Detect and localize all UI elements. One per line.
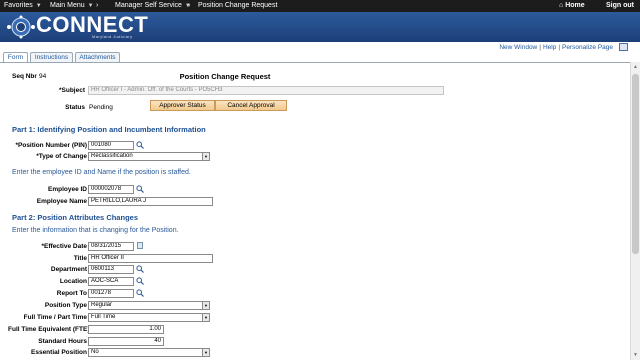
seq-nbr-value: 94: [39, 73, 47, 80]
status-label: Status: [65, 104, 85, 111]
approver-status-button[interactable]: Approver Status: [150, 100, 215, 111]
breadcrumb-separator-icon: ›: [188, 2, 191, 9]
manager-self-service-label: Manager Self Service: [115, 2, 182, 9]
position-type-select[interactable]: Regular ▼: [88, 301, 210, 310]
fte-input[interactable]: 1.00: [88, 325, 164, 334]
magnifier-icon[interactable]: [136, 265, 144, 273]
breadcrumb-current-page: Position Change Request: [198, 2, 278, 9]
essential-position-value: No: [91, 349, 99, 355]
sign-out-link[interactable]: Sign out: [606, 2, 634, 9]
part2-instruction: Enter the information that is changing f…: [12, 227, 179, 234]
department-input[interactable]: 0600113: [88, 265, 134, 274]
chevron-down-icon[interactable]: ▼: [202, 302, 209, 309]
standard-hours-input[interactable]: 40: [88, 337, 164, 346]
page-title: Position Change Request: [179, 72, 271, 81]
employee-id-label: Employee ID: [47, 186, 87, 193]
type-of-change-select[interactable]: Reclassification ▼: [88, 152, 210, 161]
position-number-label: *Position Number (PIN): [15, 142, 87, 149]
effective-date-label: *Effective Date: [41, 243, 87, 250]
new-window-link[interactable]: New Window: [499, 44, 537, 51]
magnifier-icon[interactable]: [136, 289, 144, 297]
position-type-value: Regular: [91, 302, 113, 308]
essential-position-label: Essential Position: [31, 349, 87, 356]
part1-heading: Part 1: Identifying Position and Incumbe…: [12, 125, 206, 134]
full-part-time-select[interactable]: Full Time ▼: [88, 313, 210, 322]
home-link[interactable]: ⌂ Home: [559, 2, 585, 9]
tab-attachments[interactable]: Attachments: [75, 52, 120, 62]
employee-id-input[interactable]: 000002078: [88, 185, 134, 194]
favorites-menu[interactable]: Favorites ▼: [4, 2, 42, 9]
full-part-time-value: Full Time: [91, 314, 116, 320]
subject-field[interactable]: HR Officer I - Admin. Off. of the Courts…: [88, 86, 444, 95]
chevron-down-icon[interactable]: ▼: [202, 314, 209, 321]
home-label: Home: [565, 2, 585, 9]
chevron-down-icon[interactable]: ▼: [202, 349, 209, 356]
standard-hours-label: Standard Hours: [38, 338, 87, 345]
cancel-approval-button[interactable]: Cancel Approval: [215, 100, 287, 111]
page-links: New Window | Help | Personalize Page: [499, 44, 613, 51]
personalize-page-link[interactable]: Personalize Page: [562, 44, 613, 51]
title-label: Title: [73, 255, 87, 262]
help-link[interactable]: Help: [543, 44, 556, 51]
connect-logo-icon: [7, 15, 35, 39]
part1-instruction: Enter the employee ID and Name if the po…: [12, 169, 191, 176]
scroll-down-icon[interactable]: ▼: [633, 352, 638, 358]
report-to-input[interactable]: 001278: [88, 289, 134, 298]
location-input[interactable]: AOC-SCA: [88, 277, 134, 286]
main-menu-label: Main Menu: [50, 2, 85, 9]
location-label: Location: [59, 278, 87, 285]
report-to-label: Report To: [56, 290, 87, 297]
main-menu[interactable]: Main Menu ▼: [50, 2, 94, 9]
effective-date-input[interactable]: 08/31/2015: [88, 242, 134, 251]
fte-label: Full Time Equivalent (FTE): [8, 326, 90, 333]
seq-nbr-label: Seq Nbr: [12, 73, 37, 80]
manager-self-service-menu[interactable]: Manager Self Service ▼: [115, 2, 191, 9]
full-part-time-label: Full Time / Part Time: [23, 314, 87, 321]
chevron-down-icon: ▼: [35, 3, 42, 9]
magnifier-icon[interactable]: [136, 277, 144, 285]
position-type-label: Position Type: [44, 302, 87, 309]
department-label: Department: [50, 266, 87, 273]
scroll-thumb[interactable]: [632, 74, 639, 254]
essential-position-select[interactable]: No ▼: [88, 348, 210, 357]
magnifier-icon[interactable]: [136, 185, 144, 193]
type-of-change-label: *Type of Change: [36, 153, 87, 160]
part2-heading: Part 2: Position Attributes Changes: [12, 213, 138, 222]
top-navigation-bar: Favorites ▼ Main Menu ▼ › Manager Self Ser…: [0, 0, 640, 12]
vertical-scrollbar[interactable]: ▲ ▼: [630, 62, 640, 360]
scroll-up-icon[interactable]: ▲: [633, 64, 638, 70]
breadcrumb-separator-icon: ›: [96, 2, 99, 9]
employee-name-label: Employee Name: [36, 198, 87, 205]
link-separator: |: [558, 44, 561, 51]
tab-instructions[interactable]: Instructions: [30, 52, 73, 62]
link-separator: |: [539, 44, 541, 51]
tab-divider: [0, 62, 630, 63]
magnifier-icon[interactable]: [136, 141, 144, 149]
type-of-change-value: Reclassification: [91, 153, 133, 159]
chevron-down-icon[interactable]: ▼: [202, 153, 209, 160]
calendar-icon[interactable]: [137, 242, 143, 249]
status-value: Pending: [89, 104, 113, 111]
favorites-label: Favorites: [4, 2, 33, 9]
title-input[interactable]: HR Officer II: [88, 254, 213, 263]
position-number-input[interactable]: 001080: [88, 141, 134, 150]
subject-label: *Subject: [58, 87, 85, 94]
employee-name-input[interactable]: PETRILLO,LAURA J: [88, 197, 213, 206]
chevron-down-icon: ▼: [87, 3, 94, 9]
home-icon: ⌂: [559, 2, 564, 9]
brand-subtitle: Maryland Judiciary: [92, 34, 133, 39]
grid-icon[interactable]: [619, 43, 628, 51]
